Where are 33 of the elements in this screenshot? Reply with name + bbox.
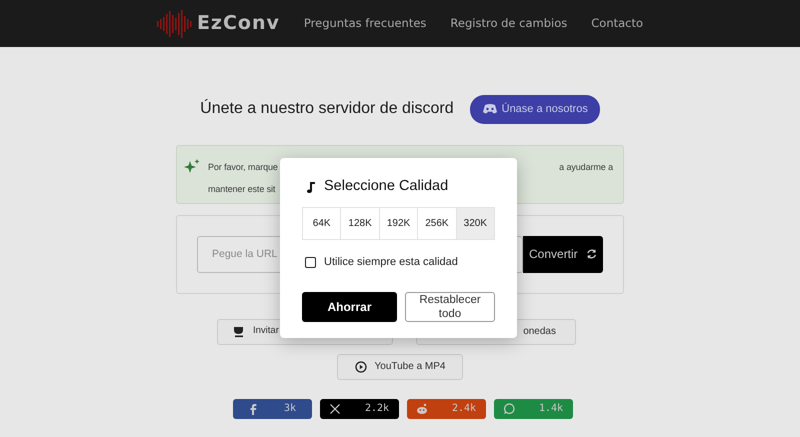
share-button[interactable]: 3k <box>232 398 312 418</box>
refresh-icon <box>586 248 597 260</box>
logo[interactable]: EzConv <box>196 9 280 38</box>
nav-link[interactable]: Contacto <box>591 14 644 32</box>
notice-text: Por favor, marque <box>208 160 278 174</box>
youtube-mp4-button[interactable]: YouTube a MP4 <box>337 354 463 380</box>
x-icon <box>328 402 341 414</box>
sparkle-icon <box>184 158 200 174</box>
dialog-title: Seleccione Calidad <box>324 177 448 196</box>
reset-button[interactable]: Restablecer todo <box>405 292 495 322</box>
chat-bubble-icon <box>502 402 515 414</box>
cup-icon <box>233 326 245 338</box>
checkbox-label: Utilice siempre esta calidad <box>324 254 458 270</box>
join-button[interactable]: Únase a nosotros <box>470 95 600 124</box>
nav-link[interactable]: Registro de cambios <box>450 14 568 32</box>
notice-text: mantener este sit <box>208 182 276 196</box>
alien-icon <box>416 402 428 414</box>
music-note-icon <box>306 180 316 193</box>
checkbox[interactable] <box>305 256 316 268</box>
nav-link[interactable]: Preguntas frecuentes <box>304 14 426 32</box>
save-button[interactable]: Ahorrar <box>302 292 397 322</box>
sound-wave-icon <box>156 8 193 38</box>
convert-button[interactable]: Convertir <box>523 236 603 272</box>
share-button[interactable]: 2.2k <box>320 398 398 418</box>
quality-option[interactable]: 192K <box>378 206 418 240</box>
quality-option[interactable]: 128K <box>340 206 380 240</box>
quality-option[interactable]: 256K <box>417 206 457 240</box>
play-circle-icon <box>354 360 366 372</box>
notice-text: a ayudarme a <box>559 160 613 174</box>
quality-option[interactable]: 64K <box>302 206 342 240</box>
quality-option[interactable]: 320K <box>456 206 496 240</box>
gamepad-icon <box>482 103 498 116</box>
discord-invite-text: Únete a nuestro servidor de discord <box>200 98 454 120</box>
